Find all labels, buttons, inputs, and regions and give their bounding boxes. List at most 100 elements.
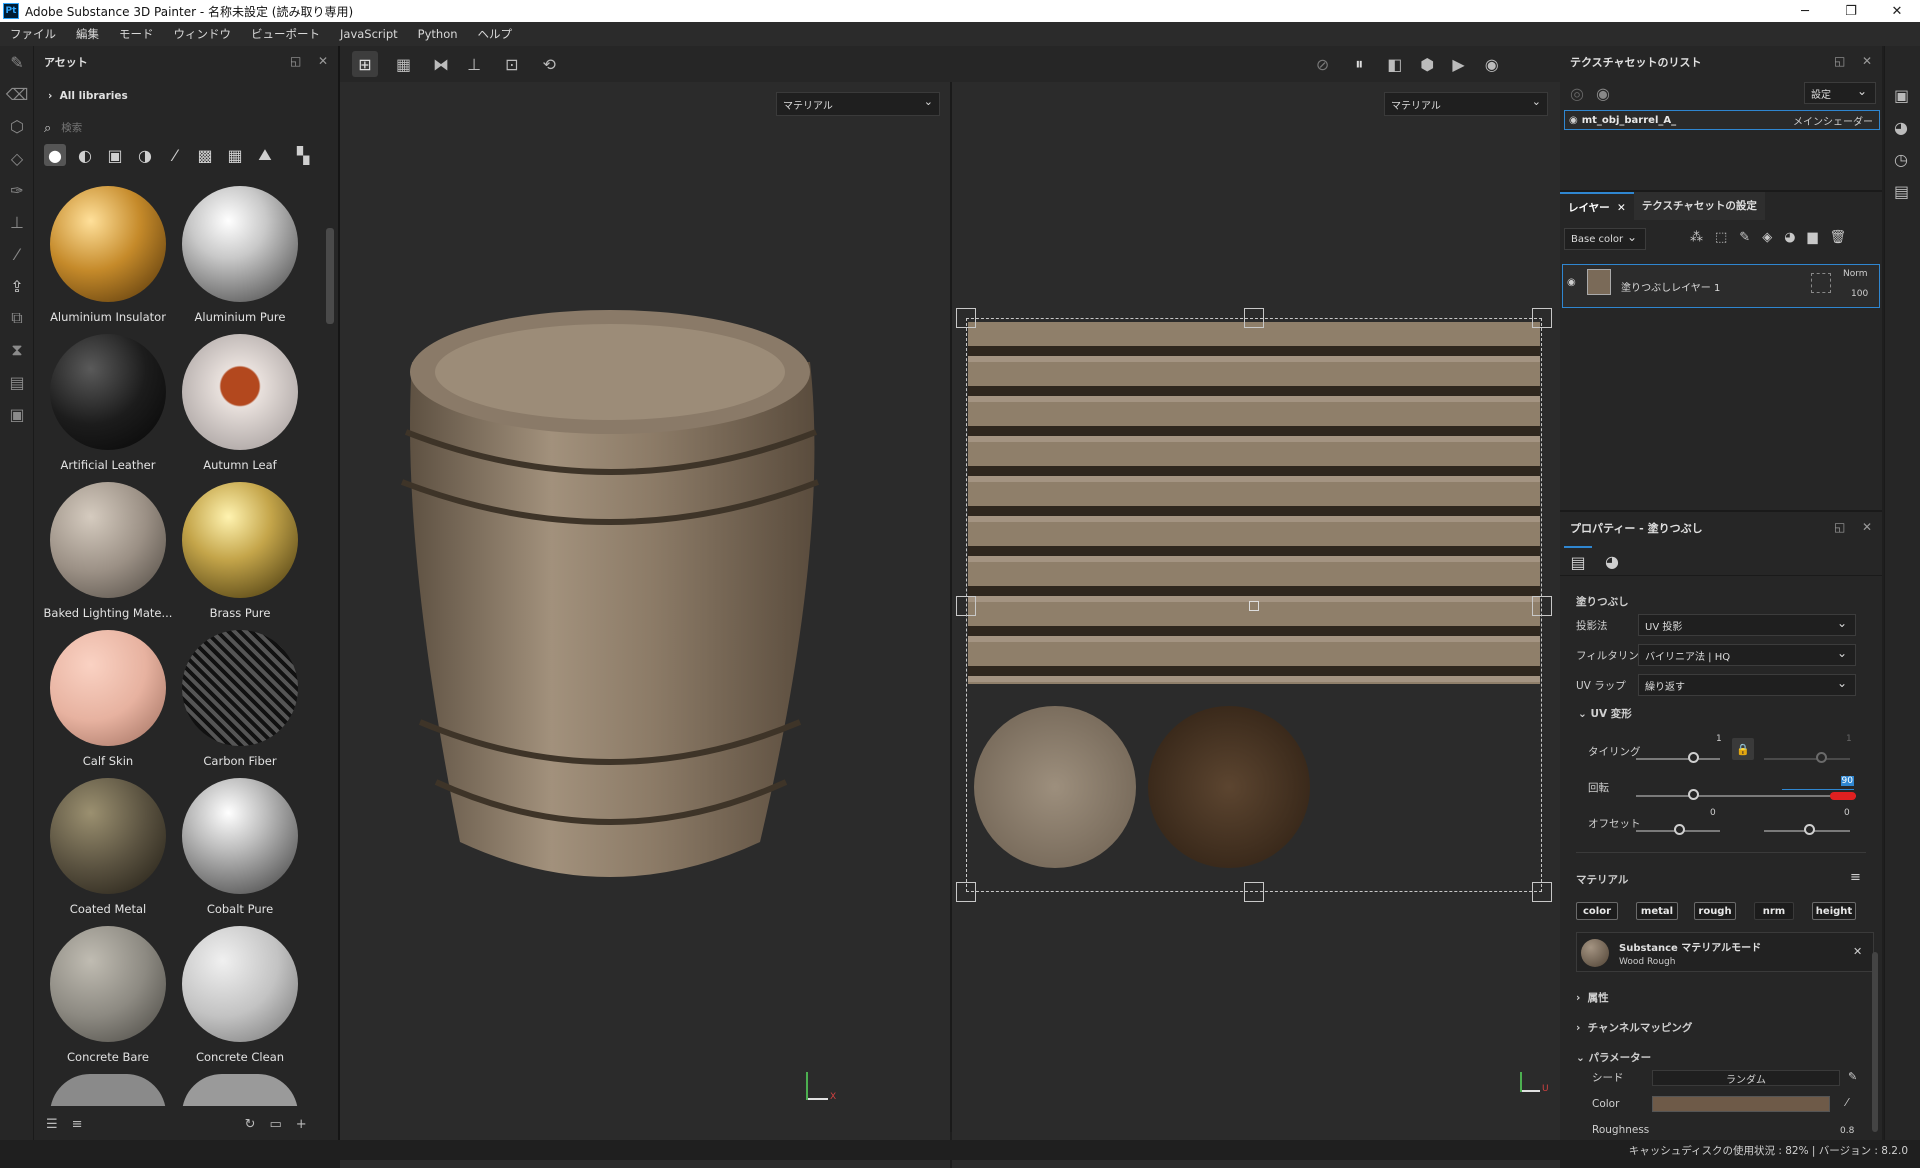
rotation-slider[interactable] — [1636, 795, 1856, 797]
seed-button[interactable]: ランダム — [1652, 1070, 1840, 1086]
tab-texture-set-settings[interactable]: テクスチャセットの設定 — [1633, 192, 1765, 220]
asset-tile[interactable]: Cobalt Pure — [174, 778, 306, 916]
color-swatch[interactable] — [1652, 1096, 1830, 1112]
delete-icon[interactable]: 🗑 — [1830, 230, 1847, 245]
tiling-value-v[interactable]: 1 — [1846, 734, 1852, 744]
offset-value-u[interactable]: 0 — [1710, 808, 1716, 818]
tiling-slider-v-knob[interactable] — [1816, 752, 1827, 763]
close-tab-icon[interactable]: ✕ — [1617, 202, 1626, 214]
rotation-slider-knob[interactable] — [1688, 789, 1699, 800]
tiling-slider-v[interactable] — [1764, 758, 1850, 760]
brush-icon[interactable]: ⁄ — [164, 144, 186, 166]
asset-tile[interactable]: Aluminium Pure — [174, 186, 306, 324]
close-panel-icon[interactable]: ✕ — [1862, 54, 1872, 68]
tiling-value[interactable]: 1 — [1716, 734, 1722, 744]
texture-set-item[interactable]: ◉ mt_obj_barrel_A_ メインシェーダー — [1564, 110, 1880, 130]
blend-mode-dropdown[interactable]: Norm — [1843, 269, 1868, 279]
menu-javascript[interactable]: JavaScript — [330, 27, 408, 41]
history-icon[interactable]: ⟲ — [542, 55, 555, 74]
parameters-section[interactable]: ⌄ パラメーター — [1576, 1050, 1651, 1065]
remove-material-icon[interactable]: ✕ — [1853, 945, 1862, 958]
attributes-section[interactable]: › 属性 — [1576, 990, 1609, 1005]
asset-scrollbar[interactable] — [326, 228, 334, 324]
texture-set-settings-dropdown[interactable]: 設定 — [1804, 82, 1876, 104]
transform-handle[interactable] — [1244, 308, 1264, 328]
grid-view-icon[interactable]: ▚ — [292, 144, 314, 166]
viewport-3d[interactable]: マテリアル X — [340, 82, 950, 1168]
channel-mapping-section[interactable]: › チャンネルマッピング — [1576, 1020, 1692, 1035]
transform-handle[interactable] — [1244, 882, 1264, 902]
asset-tile[interactable]: Aluminium Insulator — [42, 186, 174, 324]
eraser-icon[interactable]: ⌫ — [0, 78, 34, 110]
add-icon[interactable]: + — [296, 1117, 307, 1132]
opacity-value[interactable]: 100 — [1851, 289, 1868, 299]
texture-icon[interactable]: ▦ — [224, 144, 246, 166]
refresh-icon[interactable]: ↻ — [245, 1117, 256, 1132]
transform-handle[interactable] — [956, 308, 976, 328]
tiling-slider-knob[interactable] — [1688, 752, 1699, 763]
float-panel-icon[interactable]: ◱ — [290, 54, 301, 68]
polygon-fill-icon[interactable]: ◇ — [0, 142, 34, 174]
edit-icon[interactable]: ✎ — [1848, 1070, 1857, 1083]
mask-placeholder[interactable] — [1811, 273, 1831, 293]
menu-mode[interactable]: モード — [109, 26, 164, 42]
frame-icon[interactable]: ⊡ — [505, 55, 518, 74]
menu-file[interactable]: ファイル — [0, 26, 66, 42]
selection-mode-icon[interactable]: ⊞ — [352, 51, 378, 77]
transform-handle[interactable] — [956, 882, 976, 902]
asset-tile[interactable]: Baked Lighting Mate... — [42, 482, 174, 620]
split-view-icon[interactable]: ◧ — [1387, 55, 1402, 74]
menu-icon[interactable]: ≡ — [1850, 870, 1861, 885]
close-panel-icon[interactable]: ✕ — [1862, 520, 1872, 534]
rotation-input[interactable]: 90 — [1782, 776, 1854, 790]
float-panel-icon[interactable]: ◱ — [1834, 520, 1845, 534]
box-icon[interactable]: ▣ — [0, 398, 34, 430]
symmetry-icon[interactable]: ⧓ — [433, 55, 449, 74]
smudge-icon[interactable]: ✑ — [0, 174, 34, 206]
menu-edit[interactable]: 編集 — [66, 26, 109, 42]
asset-tile[interactable]: Coated Metal — [42, 778, 174, 916]
export-icon[interactable]: ⇪ — [0, 270, 34, 302]
viewport-2d-mode-dropdown[interactable]: マテリアル — [1384, 92, 1548, 116]
asset-tile[interactable]: Calf Skin — [42, 630, 174, 768]
material-tab-icon[interactable]: ◕ — [1598, 546, 1626, 576]
close-panel-icon[interactable]: ✕ — [318, 54, 328, 68]
menu-help[interactable]: ヘルプ — [468, 26, 523, 42]
offset-slider-u-knob[interactable] — [1674, 824, 1685, 835]
smart-material-icon[interactable]: ◕ — [1784, 230, 1795, 245]
cube-icon[interactable]: ⬢ — [1420, 55, 1434, 74]
visibility-off-icon[interactable]: ◎ — [1570, 84, 1584, 103]
minimize-button[interactable]: ─ — [1782, 0, 1828, 22]
transform-center[interactable] — [1249, 601, 1259, 611]
folder-icon[interactable]: ▆ — [1808, 230, 1818, 245]
asset-tile[interactable]: Carbon Fiber — [174, 630, 306, 768]
properties-scrollbar[interactable] — [1872, 952, 1878, 1132]
eye-icon[interactable]: ◉ — [1567, 277, 1576, 288]
align-icon[interactable]: ⊥ — [467, 55, 481, 74]
asset-tile[interactable]: Artificial Leather — [42, 334, 174, 472]
eyedropper-icon[interactable]: ⁄ — [1846, 1096, 1848, 1109]
fill-properties-icon[interactable]: ▤ — [1564, 546, 1592, 576]
projection-icon[interactable]: ⬡ — [0, 110, 34, 142]
maximize-button[interactable]: ❐ — [1828, 0, 1874, 22]
color-picker-icon[interactable]: ⁄ — [0, 238, 34, 270]
offset-slider-v-knob[interactable] — [1804, 824, 1815, 835]
display-settings-icon[interactable]: ▣ — [1894, 86, 1909, 105]
projection-dropdown[interactable]: UV 投影 — [1638, 614, 1856, 636]
bake-icon[interactable]: ⧉ — [0, 302, 34, 334]
eye-icon[interactable]: ◉ — [1569, 115, 1578, 126]
shader-settings-icon[interactable]: ◕ — [1894, 118, 1908, 137]
channel-height-toggle[interactable]: height — [1812, 902, 1856, 920]
channel-metal-toggle[interactable]: metal — [1636, 902, 1678, 920]
filter-icon[interactable]: ◑ — [134, 144, 156, 166]
transform-handle[interactable] — [1532, 308, 1552, 328]
filter-list-icon[interactable]: ≡ — [72, 1117, 83, 1132]
asset-tile[interactable]: Autumn Leaf — [174, 334, 306, 472]
list-view-icon[interactable]: ☰ — [46, 1117, 58, 1132]
uv-wrap-dropdown[interactable]: 繰り返す — [1638, 674, 1856, 696]
tiling-slider[interactable] — [1636, 758, 1720, 760]
grid-icon[interactable]: ▦ — [396, 55, 411, 74]
menu-viewport[interactable]: ビューポート — [241, 26, 330, 42]
pause-icon[interactable]: ⏸ — [1355, 54, 1363, 74]
channel-color-toggle[interactable]: color — [1576, 902, 1618, 920]
